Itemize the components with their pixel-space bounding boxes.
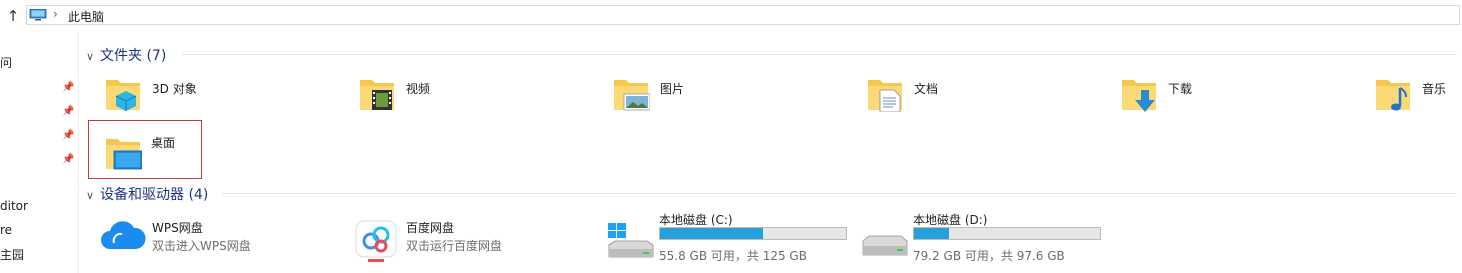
drive-usage-fill xyxy=(914,228,949,239)
drive-icon xyxy=(862,235,908,256)
drive-usage-bar xyxy=(913,227,1101,240)
folders-section-header[interactable]: ∨ 文件夹 (7) xyxy=(86,45,167,64)
drive-free-space: 55.8 GB 可用，共 125 GB xyxy=(659,249,807,263)
windows-drive-icon xyxy=(608,223,654,258)
nav-item[interactable]: ditor xyxy=(0,199,28,213)
folder-name: 文档 xyxy=(914,82,939,96)
3d-objects-folder-icon xyxy=(106,80,140,111)
pin-icon: 📌 xyxy=(62,130,75,141)
baidu-netdisk-icon xyxy=(355,220,397,262)
folder-name: 桌面 xyxy=(151,136,176,150)
devices-section-title: 设备和驱动器 (4) xyxy=(100,187,209,203)
nav-item[interactable]: 主园 xyxy=(0,246,24,263)
section-divider xyxy=(222,193,1457,194)
navigation-pane: 问 📌 📌 📌 📌 ditor re 主园 xyxy=(0,32,79,273)
folder-name: 3D 对象 xyxy=(152,82,197,96)
device-wps-cloud[interactable]: WPS网盘 双击进入WPS网盘 xyxy=(100,219,340,267)
folder-tile-downloads[interactable]: 下载 xyxy=(1106,66,1356,118)
nav-item[interactable]: re xyxy=(0,223,12,237)
drive-usage-fill xyxy=(660,228,763,239)
up-arrow-icon[interactable]: ↑ xyxy=(4,6,22,26)
section-divider xyxy=(182,54,1457,55)
downloads-folder-icon xyxy=(1122,80,1156,112)
folder-tile-pictures[interactable]: 图片 xyxy=(598,66,848,118)
pin-icon: 📌 xyxy=(62,82,75,93)
nav-item[interactable]: 问 xyxy=(0,54,12,71)
music-folder-icon xyxy=(1376,80,1410,111)
folder-name: 视频 xyxy=(406,82,431,96)
breadcrumb-this-pc[interactable]: 此电脑 xyxy=(68,8,104,25)
address-bar-area: ↑ › 此电脑 xyxy=(0,0,1462,32)
drive-free-space: 79.2 GB 可用，共 97.6 GB xyxy=(913,249,1065,263)
drive-c[interactable]: 本地磁盘 (C:) 55.8 GB 可用，共 125 GB xyxy=(607,211,857,263)
chevron-down-icon: ∨ xyxy=(86,189,95,202)
drive-usage-bar xyxy=(659,227,847,240)
folder-tile-desktop[interactable]: 桌面 xyxy=(88,120,202,179)
device-name: 本地磁盘 (C:) xyxy=(659,213,733,227)
breadcrumb-chevron-icon[interactable]: › xyxy=(53,7,58,21)
device-subtitle: 双击进入WPS网盘 xyxy=(152,239,251,253)
device-subtitle: 双击运行百度网盘 xyxy=(406,239,503,253)
desktop-folder-icon xyxy=(106,139,142,170)
this-pc-icon xyxy=(29,9,47,21)
chevron-down-icon: ∨ xyxy=(86,50,95,63)
videos-folder-icon xyxy=(360,80,394,110)
folder-name: 音乐 xyxy=(1422,82,1447,96)
pictures-folder-icon xyxy=(614,80,650,111)
folder-name: 下载 xyxy=(1168,82,1193,96)
pin-icon: 📌 xyxy=(62,154,75,165)
folder-tile-3d-objects[interactable]: 3D 对象 xyxy=(90,66,340,118)
folder-tile-documents[interactable]: 文档 xyxy=(852,66,1102,118)
devices-section-header[interactable]: ∨ 设备和驱动器 (4) xyxy=(86,184,209,203)
device-baidu-netdisk[interactable]: 百度网盘 双击运行百度网盘 xyxy=(354,219,594,267)
drive-d[interactable]: 本地磁盘 (D:) 79.2 GB 可用，共 97.6 GB xyxy=(861,211,1111,263)
folder-tile-videos[interactable]: 视频 xyxy=(344,66,594,118)
folders-section-title: 文件夹 (7) xyxy=(100,48,167,64)
pin-icon: 📌 xyxy=(62,106,75,117)
documents-folder-icon xyxy=(868,80,902,112)
folder-name: 图片 xyxy=(660,82,685,96)
device-name: WPS网盘 xyxy=(152,221,203,235)
address-bar[interactable]: › 此电脑 xyxy=(26,5,1460,25)
device-name: 本地磁盘 (D:) xyxy=(913,213,988,227)
wps-cloud-icon xyxy=(101,221,146,249)
folder-tile-music[interactable]: 音乐 xyxy=(1360,66,1460,118)
device-name: 百度网盘 xyxy=(406,221,455,235)
